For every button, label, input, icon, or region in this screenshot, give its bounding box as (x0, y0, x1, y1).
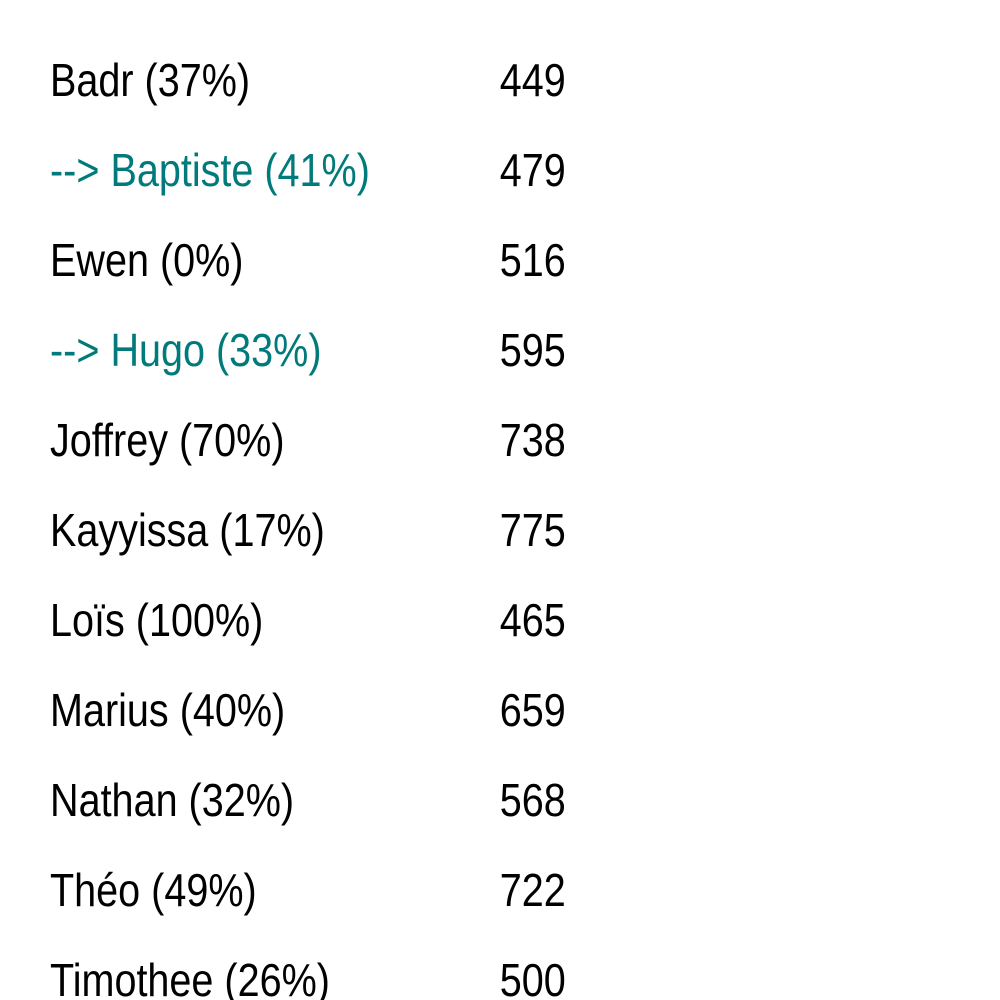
list-item-name: Loïs (100%) (50, 594, 264, 646)
list-item-value: 500 (499, 954, 566, 1000)
list-item-value: 595 (499, 324, 566, 376)
list-item-value: 479 (499, 144, 566, 196)
list-item-name: Badr (37%) (50, 54, 251, 106)
list-item-name: Théo (49%) (50, 864, 257, 916)
list-item-value: 775 (499, 504, 566, 556)
list-item-name: Joffrey (70%) (50, 414, 285, 466)
list-item: Timothee (26%) 500 (50, 950, 652, 1000)
list-item: Marius (40%) 659 (50, 680, 652, 740)
list-item: Kayyissa (17%) 775 (50, 500, 652, 560)
list-item: Badr (37%) 449 (50, 50, 652, 110)
list-item: Nathan (32%) 568 (50, 770, 652, 830)
list-item-value: 465 (499, 594, 566, 646)
list-item: Ewen (0%) 516 (50, 230, 652, 290)
list-item-value: 659 (499, 684, 566, 736)
list-item-name: Ewen (0%) (50, 234, 244, 286)
list-item: Théo (49%) 722 (50, 860, 652, 920)
list-item-name: --> Hugo (33%) (50, 324, 322, 376)
list-item: Loïs (100%) 465 (50, 590, 652, 650)
list-item-value: 449 (499, 54, 566, 106)
list-item-name: Timothee (26%) (50, 954, 330, 1000)
list-item-value: 722 (499, 864, 566, 916)
list-item: --> Baptiste (41%) 479 (50, 140, 652, 200)
list-item-name: Marius (40%) (50, 684, 286, 736)
name-value-list: Badr (37%) 449 --> Baptiste (41%) 479 Ew… (0, 0, 1000, 1000)
list-item-name: Nathan (32%) (50, 774, 295, 826)
list-item-value: 516 (499, 234, 566, 286)
list-item: Joffrey (70%) 738 (50, 410, 652, 470)
list-item-value: 738 (499, 414, 566, 466)
list-item-name: --> Baptiste (41%) (50, 144, 370, 196)
list-item-name: Kayyissa (17%) (50, 504, 325, 556)
list-item: --> Hugo (33%) 595 (50, 320, 652, 380)
list-item-value: 568 (499, 774, 566, 826)
